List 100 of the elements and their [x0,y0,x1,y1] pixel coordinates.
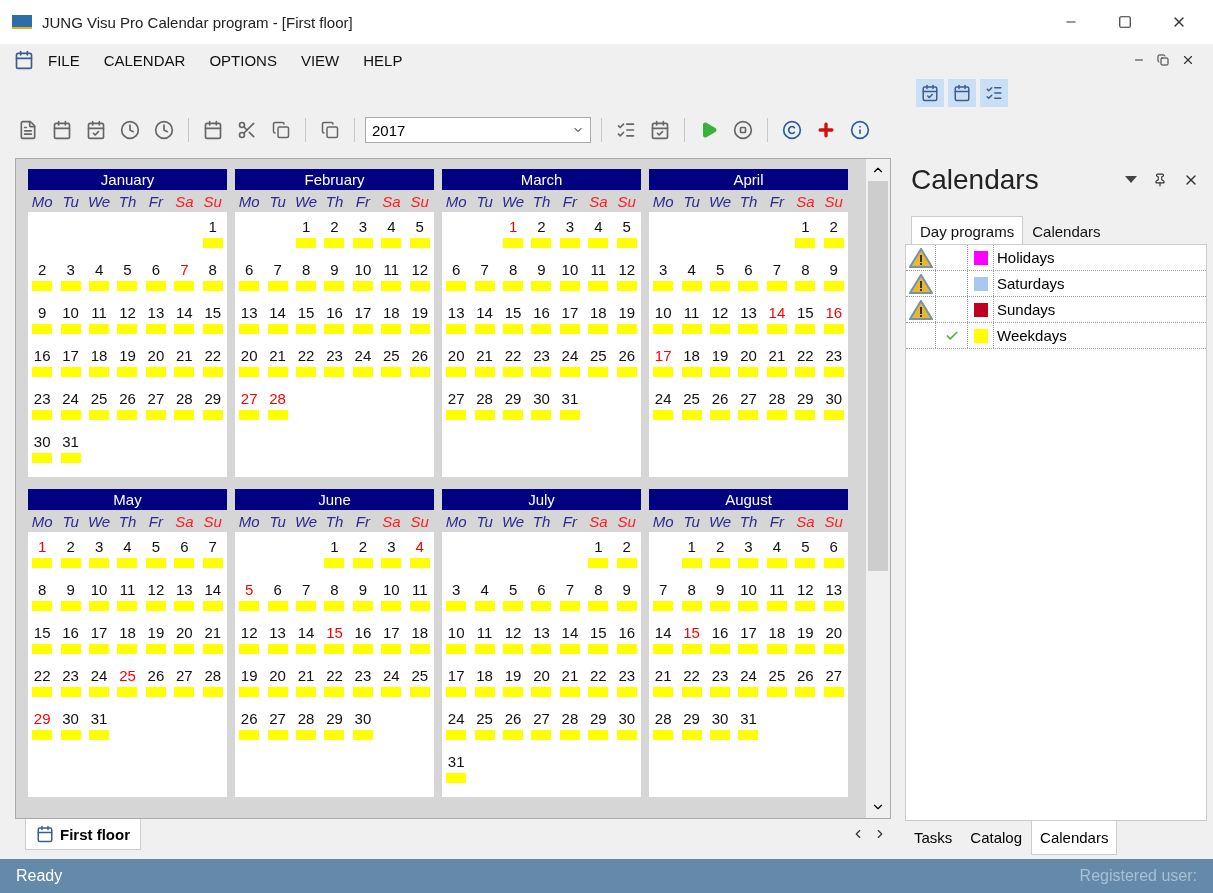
day-number[interactable]: 18 [768,622,786,644]
day-program-row[interactable]: Holidays [906,245,1206,271]
day-number[interactable]: 14 [654,622,672,644]
day-number[interactable]: 7 [659,579,668,601]
day-number[interactable]: 31 [62,431,79,453]
day-number[interactable]: 6 [744,259,753,281]
day-number[interactable]: 18 [90,345,108,367]
day-number[interactable]: 10 [90,579,108,601]
day-number[interactable]: 22 [326,665,343,687]
day-number[interactable]: 2 [715,536,725,558]
day-number[interactable]: 8 [301,259,311,281]
day-number[interactable]: 29 [326,708,343,730]
day-number[interactable]: 11 [91,302,107,324]
document-tab[interactable]: First floor [25,819,141,850]
day-number[interactable]: 6 [452,259,461,281]
day-number[interactable]: 12 [119,302,136,324]
day-number[interactable]: 30 [711,708,729,730]
day-number[interactable]: 12 [411,259,429,281]
day-number[interactable]: 19 [119,345,136,367]
day-number[interactable]: 19 [240,665,258,687]
day-number[interactable]: 26 [711,388,729,410]
day-number[interactable]: 13 [533,622,550,644]
day-number[interactable]: 20 [176,622,193,644]
day-number[interactable]: 25 [90,388,108,410]
day-number[interactable]: 16 [354,622,372,644]
day-number[interactable]: 20 [740,345,757,367]
day-number[interactable]: 8 [330,579,339,601]
day-number[interactable]: 5 [245,579,254,601]
day-number[interactable]: 1 [38,536,47,558]
day-number[interactable]: 13 [176,579,193,601]
day-number[interactable]: 9 [829,259,838,281]
day-number[interactable]: 17 [383,622,400,644]
day-number[interactable]: 27 [240,388,258,410]
day-number[interactable]: 23 [825,345,843,367]
day-number[interactable]: 28 [476,388,493,410]
day-number[interactable]: 26 [504,708,522,730]
menu-item[interactable]: CALENDAR [93,47,196,73]
day-number[interactable]: 14 [176,302,193,324]
day-number[interactable]: 28 [269,388,286,410]
day-number[interactable]: 25 [383,345,400,367]
day-number[interactable]: 5 [151,536,161,558]
day-number[interactable]: 10 [383,579,400,601]
day-number[interactable]: 6 [537,579,546,601]
day-number[interactable]: 7 [301,579,311,601]
day-number[interactable]: 15 [33,622,51,644]
day-number[interactable]: 22 [683,665,700,687]
day-number[interactable]: 4 [94,259,104,281]
day-number[interactable]: 24 [383,665,400,687]
day-number[interactable]: 11 [476,622,493,644]
day-number[interactable]: 4 [594,216,603,238]
day-number[interactable]: 24 [62,388,79,410]
day-number[interactable]: 22 [204,345,222,367]
day-number[interactable]: 24 [561,345,579,367]
day-number[interactable]: 25 [411,665,429,687]
day-number[interactable]: 26 [240,708,258,730]
day-number[interactable]: 20 [147,345,165,367]
day-number[interactable]: 20 [269,665,286,687]
day-number[interactable]: 19 [411,302,429,324]
day-number[interactable]: 22 [504,345,522,367]
day-number[interactable]: 28 [176,388,193,410]
panel-tab[interactable]: Calendars [1023,216,1110,244]
day-number[interactable]: 19 [711,345,729,367]
day-number[interactable]: 11 [412,579,428,601]
day-number[interactable]: 3 [66,259,75,281]
day-number[interactable]: 8 [687,579,696,601]
day-number[interactable]: 7 [180,259,189,281]
day-number[interactable]: 21 [269,345,286,367]
day-number[interactable]: 9 [330,259,339,281]
day-number[interactable]: 10 [654,302,672,324]
day-number[interactable]: 29 [33,708,51,730]
day-number[interactable]: 9 [537,259,546,281]
day-number[interactable]: 15 [204,302,222,324]
day-number[interactable]: 7 [273,259,282,281]
day-number[interactable]: 26 [411,345,429,367]
day-number[interactable]: 28 [204,665,222,687]
day-number[interactable]: 11 [769,579,785,601]
day-number[interactable]: 6 [180,536,189,558]
day-number[interactable]: 3 [659,259,668,281]
day-number[interactable]: 12 [618,259,636,281]
day-number[interactable]: 1 [508,216,518,238]
day-program-row[interactable]: Saturdays [906,271,1206,297]
day-number[interactable]: 26 [119,388,136,410]
day-number[interactable]: 9 [715,579,725,601]
day-number[interactable]: 1 [594,536,603,558]
day-number[interactable]: 5 [715,259,725,281]
day-number[interactable]: 20 [240,345,258,367]
day-number[interactable]: 21 [297,665,315,687]
day-number[interactable]: 31 [561,388,579,410]
day-number[interactable]: 28 [654,708,672,730]
day-number[interactable]: 19 [504,665,522,687]
year-combobox[interactable]: 2017 [365,117,591,143]
day-number[interactable]: 29 [204,388,222,410]
day-number[interactable]: 14 [297,622,315,644]
day-number[interactable]: 10 [62,302,79,324]
day-number[interactable]: 27 [825,665,843,687]
day-number[interactable]: 24 [654,388,672,410]
day-number[interactable]: 29 [797,388,814,410]
day-number[interactable]: 4 [772,536,782,558]
day-number[interactable]: 17 [90,622,108,644]
day-number[interactable]: 23 [618,665,636,687]
